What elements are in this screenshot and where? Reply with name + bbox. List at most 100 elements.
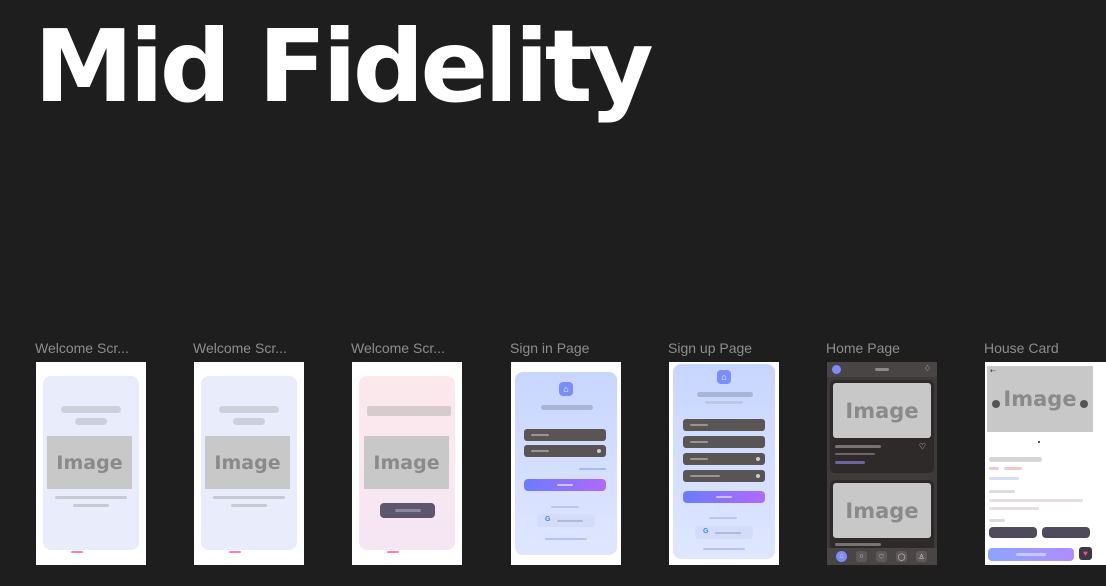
chat-icon[interactable]: ◯ <box>896 551 907 562</box>
home-indicator <box>387 551 399 553</box>
section-heading-line <box>989 490 1015 493</box>
house-listing-card[interactable]: Image <box>830 480 934 550</box>
button-label-line <box>557 520 583 522</box>
description-line <box>73 504 109 507</box>
frame-label-sign-in[interactable]: Sign in Page <box>510 340 620 356</box>
frame-label-home[interactable]: Home Page <box>826 340 936 356</box>
listing-price-line <box>835 461 865 464</box>
email-field[interactable] <box>524 429 606 441</box>
home-indicator <box>71 551 83 553</box>
sign-up-card: ⌂ G <box>673 364 775 559</box>
google-icon: G <box>703 528 709 535</box>
password-field[interactable] <box>524 445 606 457</box>
google-signup-button[interactable]: G <box>695 526 753 539</box>
description-line <box>213 496 285 499</box>
frame-label-sign-up[interactable]: Sign up Page <box>668 340 778 356</box>
google-icon: G <box>545 516 551 523</box>
welcome-card: Image <box>359 376 455 550</box>
bell-icon[interactable]: ♢ <box>924 364 931 373</box>
get-started-button[interactable] <box>380 503 435 518</box>
frame-home-page[interactable]: ♢ Image ♡ Image ⌂ ○ ♡ ◯ ♙ <box>827 362 937 565</box>
divider-line <box>551 506 579 508</box>
page-title: Mid Fidelity <box>34 8 654 125</box>
welcome-card: Image <box>43 376 139 550</box>
heart-icon[interactable]: ♡ <box>919 442 926 451</box>
sign-up-link[interactable] <box>545 538 587 540</box>
sign-in-heading-line <box>541 405 593 410</box>
sign-in-button[interactable] <box>524 479 606 491</box>
frame-welcome-screen-3[interactable]: Image <box>352 362 462 565</box>
button-label-line <box>1016 553 1046 556</box>
eye-icon[interactable] <box>756 474 760 478</box>
sign-in-link[interactable] <box>703 548 745 550</box>
house-title-line <box>989 457 1042 462</box>
sign-up-button[interactable] <box>683 491 765 503</box>
sign-in-card: ⌂ G <box>515 372 617 555</box>
carousel-dot <box>1038 441 1040 443</box>
listing-title-line <box>835 445 881 448</box>
image-placeholder: Image <box>833 383 931 438</box>
home-indicator <box>229 551 241 553</box>
description-line <box>989 507 1039 510</box>
forgot-password-link[interactable] <box>579 468 606 470</box>
password-field[interactable] <box>683 453 765 465</box>
frame-label-welcome-3[interactable]: Welcome Scr... <box>351 340 461 356</box>
avatar[interactable] <box>832 365 841 374</box>
frame-label-house-card[interactable]: House Card <box>984 340 1094 356</box>
profile-icon[interactable]: ♙ <box>916 551 927 562</box>
listing-detail-line <box>835 453 875 455</box>
description-line <box>989 499 1083 502</box>
button-label-line <box>395 509 421 512</box>
button-label-line <box>715 532 741 534</box>
name-field[interactable] <box>683 419 765 431</box>
eye-icon[interactable] <box>756 457 760 461</box>
chevron-right-icon[interactable] <box>1080 400 1088 408</box>
image-placeholder: Image <box>833 483 931 538</box>
eye-icon[interactable] <box>597 449 601 453</box>
chevron-left-icon[interactable] <box>992 400 1000 408</box>
house-icon: ⌂ <box>559 382 573 396</box>
image-placeholder: Image <box>47 436 132 489</box>
home-top-bar: ♢ <box>827 362 937 377</box>
info-chip[interactable] <box>1042 527 1090 538</box>
frame-sign-in-page[interactable]: ⌂ G <box>511 362 621 565</box>
welcome-heading-line <box>75 418 107 425</box>
heart-icon[interactable]: ♡ <box>876 551 887 562</box>
frame-label-welcome-2[interactable]: Welcome Scr... <box>193 340 303 356</box>
home-icon[interactable]: ⌂ <box>836 551 847 562</box>
google-signin-button[interactable]: G <box>537 514 595 527</box>
image-placeholder: Image <box>364 436 449 489</box>
rating-line <box>1004 467 1022 470</box>
frame-welcome-screen-2[interactable]: Image <box>194 362 304 565</box>
email-field[interactable] <box>683 436 765 448</box>
sign-up-subheading-line <box>705 401 743 404</box>
image-placeholder: Image <box>205 436 290 489</box>
image-placeholder: Image <box>987 366 1093 432</box>
back-arrow-icon[interactable]: ⇠ <box>990 367 996 375</box>
top-bar-title-line <box>875 368 889 371</box>
welcome-card: Image <box>201 376 297 550</box>
description-line <box>231 504 267 507</box>
sign-up-heading-line <box>697 392 753 397</box>
info-chip[interactable] <box>989 527 1037 538</box>
frame-sign-up-page[interactable]: ⌂ G <box>669 362 779 565</box>
rating-line <box>989 467 999 470</box>
welcome-heading-bar <box>367 406 451 416</box>
description-line <box>55 496 127 499</box>
house-listing-card[interactable]: Image ♡ <box>830 380 934 473</box>
price-line <box>989 477 1019 480</box>
house-icon: ⌂ <box>717 370 731 384</box>
frame-house-card[interactable]: Image ⇠ ♥ <box>985 362 1106 565</box>
confirm-password-field[interactable] <box>683 470 765 482</box>
welcome-heading-line <box>219 406 279 413</box>
welcome-heading-line <box>61 406 121 413</box>
divider-line <box>709 517 737 519</box>
heart-icon[interactable]: ♥ <box>1079 547 1092 560</box>
book-now-button[interactable] <box>988 548 1074 561</box>
listing-title-line <box>835 543 881 546</box>
bottom-nav-bar: ⌂ ○ ♡ ◯ ♙ <box>827 548 937 565</box>
frame-label-welcome-1[interactable]: Welcome Scr... <box>35 340 145 356</box>
welcome-heading-line <box>233 418 265 425</box>
frame-welcome-screen-1[interactable]: Image <box>36 362 146 565</box>
search-icon[interactable]: ○ <box>856 551 867 562</box>
